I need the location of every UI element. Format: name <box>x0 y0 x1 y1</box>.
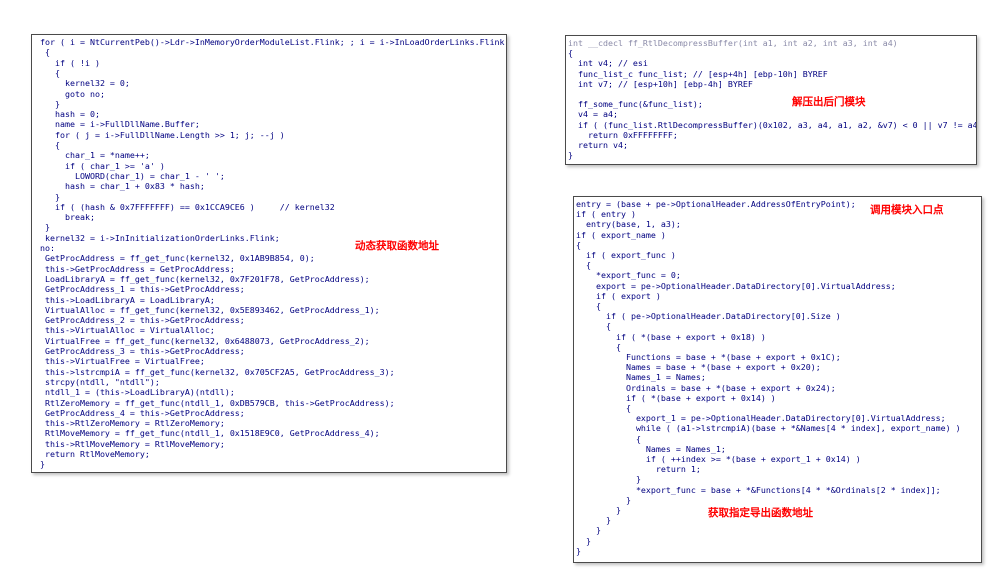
code-line: { <box>576 433 641 444</box>
code-line: ff_some_func(&func_list); <box>568 99 703 110</box>
code-line: this->LoadLibraryA = LoadLibraryA; <box>40 294 215 305</box>
code-line: LoadLibraryA = ff_get_func(kernel32, 0x7… <box>40 273 370 284</box>
code-line: LOWORD(char_1) = char_1 - ' '; <box>40 170 225 181</box>
code-line: int v7; // [esp+10h] [ebp-4h] BYREF <box>568 78 753 89</box>
code-line: if ( entry ) <box>576 209 636 220</box>
code-line: export = pe->OptionalHeader.DataDirector… <box>576 280 896 291</box>
code-line: this->GetProcAddress = GetProcAddress; <box>40 263 235 274</box>
annotation-get-export-address: 获取指定导出函数地址 <box>708 507 813 519</box>
code-line: goto no; <box>40 88 105 99</box>
code-line: this->VirtualFree = VirtualFree; <box>40 356 205 367</box>
code-line: Names = base + *(base + export + 0x20); <box>576 362 821 373</box>
code-line: Ordinals = base + *(base + export + 0x24… <box>576 382 836 393</box>
code-line: this->RtlZeroMemory = RtlZeroMemory; <box>40 418 225 429</box>
code-line: *export_func = base + *&Functions[4 * *&… <box>576 484 941 495</box>
code-line: if ( *(base + export + 0x14) ) <box>576 392 776 403</box>
code-line: { <box>576 341 621 352</box>
code-line: return v4; <box>568 140 628 150</box>
code-line: } <box>576 474 641 485</box>
code-line: name = i->FullDllName.Buffer; <box>40 119 200 130</box>
code-line: GetProcAddress_1 = this->GetProcAddress; <box>40 284 245 295</box>
code-line: if ( char_1 >= 'a' ) <box>40 160 165 171</box>
code-line: this->RtlMoveMemory = RtlMoveMemory; <box>40 438 225 449</box>
code-line: for ( i = NtCurrentPeb()->Ldr->InMemoryO… <box>40 37 507 47</box>
code-line: { <box>576 321 611 332</box>
code-line: this->lstrcmpiA = ff_get_func(kernel32, … <box>40 366 395 377</box>
code-line: Names_1 = Names; <box>576 372 706 383</box>
code-line: char_1 = *name++; <box>40 150 150 161</box>
code-line: int __cdecl ff_RtlDecompressBuffer(int a… <box>568 38 898 48</box>
code-line: } <box>576 505 621 515</box>
code-line: no: <box>40 243 55 253</box>
code-line: } <box>576 545 581 556</box>
code-line: } <box>568 150 573 161</box>
code-line: } <box>576 525 601 536</box>
code-line: { <box>40 47 50 58</box>
code-line: if ( export ) <box>576 290 661 301</box>
code-line: if ( ++index >= *(base + export_1 + 0x14… <box>576 454 861 464</box>
code-line: { <box>576 239 581 250</box>
code-line: Names = Names_1; <box>576 443 726 454</box>
code-listing-top-right: int __cdecl ff_RtlDecompressBuffer(int a… <box>566 36 976 164</box>
code-line: } <box>576 494 631 505</box>
code-line: entry = (base + pe->OptionalHeader.Addre… <box>576 199 856 209</box>
annotation-dynamic-get-func: 动态获取函数地址 <box>355 240 439 252</box>
code-line: } <box>576 515 611 526</box>
code-line: if ( (func_list.RtlDecompressBuffer)(0x1… <box>568 119 977 130</box>
code-line: kernel32 = 0; <box>40 78 130 89</box>
code-line: GetProcAddress_4 = this->GetProcAddress; <box>40 407 245 418</box>
code-line: v4 = a4; <box>568 109 618 120</box>
code-line: } <box>576 535 591 546</box>
code-line: } <box>40 98 60 109</box>
code-line: strcpy(ntdll, "ntdll"); <box>40 376 160 387</box>
code-line: hash = char_1 + 0x83 * hash; <box>40 181 205 192</box>
code-panel-left: for ( i = NtCurrentPeb()->Ldr->InMemoryO… <box>31 34 507 473</box>
code-line: return 1; <box>576 464 701 475</box>
code-listing-left: for ( i = NtCurrentPeb()->Ldr->InMemoryO… <box>32 35 506 472</box>
code-line: this->VirtualAlloc = VirtualAlloc; <box>40 325 215 336</box>
code-line: while ( (a1->lstrcmpiA)(base + *&Names[4… <box>576 423 961 434</box>
code-line: int v4; // esi <box>568 58 648 69</box>
code-line: { <box>576 301 601 311</box>
code-line: if ( (hash & 0x7FFFFFFF) == 0x1CCA9CE6 )… <box>40 201 335 212</box>
code-line: VirtualAlloc = ff_get_func(kernel32, 0x5… <box>40 304 380 315</box>
code-line: return 0xFFFFFFFF; <box>568 129 678 140</box>
code-line: } <box>40 459 45 470</box>
code-line: RtlZeroMemory = ff_get_func(ntdll_1, 0xD… <box>40 397 395 408</box>
code-line: } <box>40 191 60 202</box>
code-line: } <box>40 222 50 233</box>
code-line: RtlMoveMemory = ff_get_func(ntdll_1, 0x1… <box>40 428 380 439</box>
code-line: GetProcAddress = ff_get_func(kernel32, 0… <box>40 253 315 264</box>
code-line: return RtlMoveMemory; <box>40 449 150 459</box>
code-line: GetProcAddress_2 = this->GetProcAddress; <box>40 315 245 326</box>
code-line: for ( j = i->FullDllName.Length >> 1; j;… <box>40 129 285 140</box>
code-line: hash = 0; <box>40 109 100 120</box>
code-line: export_1 = pe->OptionalHeader.DataDirect… <box>576 413 946 424</box>
code-line: if ( !i ) <box>40 57 100 68</box>
code-line: entry(base, 1, a3); <box>576 219 681 230</box>
code-line: { <box>40 140 60 150</box>
code-line: if ( pe->OptionalHeader.DataDirectory[0]… <box>576 311 841 322</box>
code-line: *export_func = 0; <box>576 270 681 281</box>
code-line: func_list_c func_list; // [esp+4h] [ebp-… <box>568 68 828 79</box>
code-line: if ( *(base + export + 0x18) ) <box>576 331 766 342</box>
code-line: VirtualFree = ff_get_func(kernel32, 0x64… <box>40 335 370 346</box>
code-line: break; <box>40 212 95 223</box>
code-line: { <box>40 67 60 78</box>
annotation-call-entry-point: 调用模块入口点 <box>870 204 944 216</box>
code-line: if ( export_func ) <box>576 250 676 260</box>
code-line: { <box>576 403 631 413</box>
code-line: { <box>576 260 591 271</box>
code-line: if ( export_name ) <box>576 229 666 240</box>
code-line: ntdll_1 = (this->LoadLibraryA)(ntdll); <box>40 387 235 398</box>
code-line: Functions = base + *(base + export + 0x1… <box>576 352 841 362</box>
code-line: GetProcAddress_3 = this->GetProcAddress; <box>40 346 245 356</box>
code-line: { <box>568 48 573 59</box>
code-panel-top-right: int __cdecl ff_RtlDecompressBuffer(int a… <box>565 35 977 165</box>
code-line: kernel32 = i->InInitializationOrderLinks… <box>40 232 280 243</box>
annotation-decompress-backdoor: 解压出后门模块 <box>792 96 866 108</box>
